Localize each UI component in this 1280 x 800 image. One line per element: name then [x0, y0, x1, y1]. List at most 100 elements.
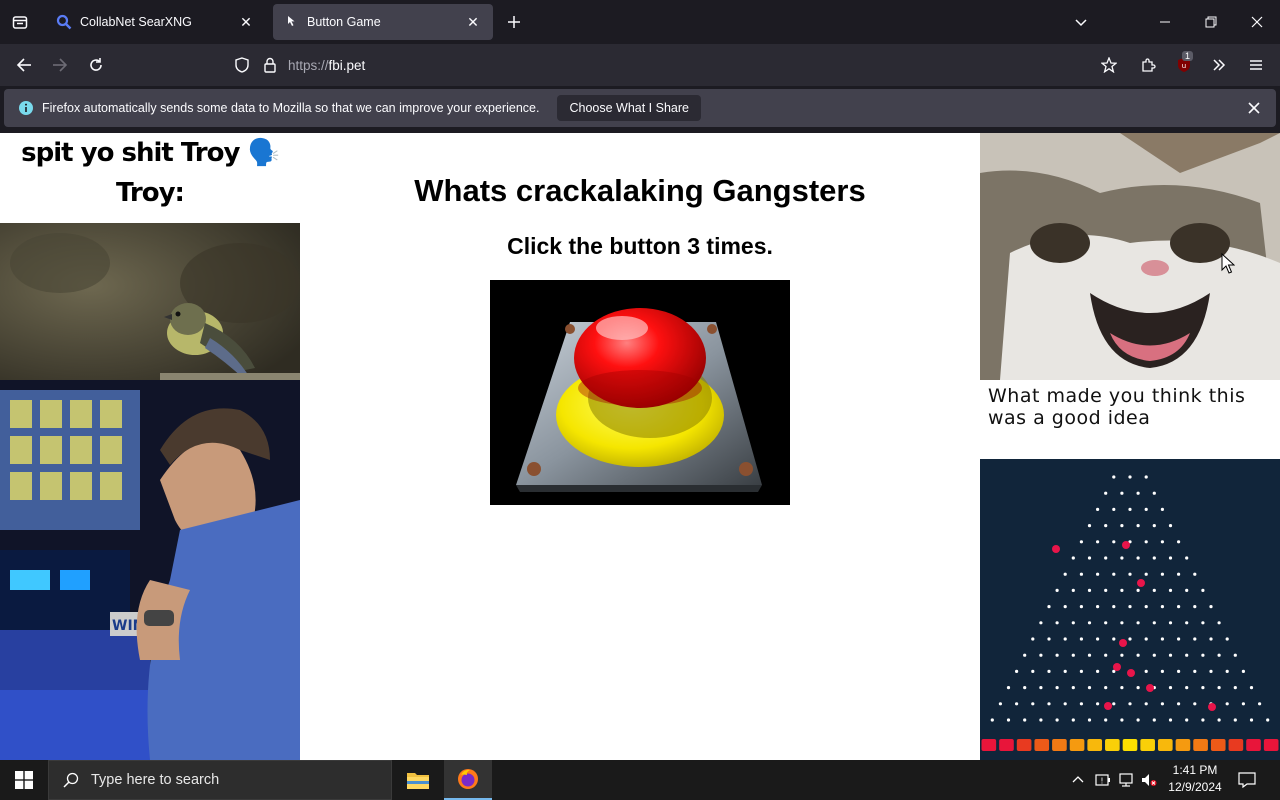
taskbar-clock[interactable]: 1:41 PM 12/9/2024: [1160, 762, 1230, 796]
tab-button-game[interactable]: Button Game ✕: [273, 4, 493, 40]
plinko-peg: [1087, 653, 1092, 657]
cat-meme: What made you think this was a good idea: [980, 133, 1280, 433]
firefox-taskbar-button[interactable]: [444, 760, 492, 800]
plinko-ball: [1208, 703, 1216, 711]
plinko-peg: [1096, 637, 1100, 641]
plinko-peg: [1249, 686, 1254, 690]
plinko-peg: [1120, 686, 1124, 690]
plinko-peg: [1128, 572, 1132, 576]
close-notification-button[interactable]: [1244, 98, 1264, 118]
plinko-peg: [1096, 572, 1100, 576]
choose-what-i-share-button[interactable]: Choose What I Share: [557, 95, 701, 121]
plinko-peg: [1079, 637, 1083, 641]
file-explorer-taskbar-button[interactable]: [394, 760, 442, 800]
plinko-multiplier-bin: [1210, 739, 1226, 751]
volume-tray-button[interactable]: [1138, 760, 1160, 800]
meet-now-tray-button[interactable]: !: [1092, 760, 1114, 800]
plinko-peg: [1079, 540, 1083, 544]
plinko-ball: [1113, 663, 1121, 671]
red-button-image: [490, 280, 790, 505]
plinko-peg: [1177, 572, 1181, 576]
plinko-peg: [1071, 621, 1075, 625]
plinko-peg: [1120, 491, 1124, 495]
plinko-peg: [1063, 572, 1067, 576]
list-all-tabs-button[interactable]: [1058, 0, 1104, 44]
notifications-button[interactable]: [1232, 760, 1262, 800]
plinko-peg: [1144, 540, 1148, 544]
plinko-peg: [1258, 702, 1262, 706]
url-bar[interactable]: https://fbi.pet: [228, 49, 1092, 81]
search-favicon-icon: [56, 14, 72, 30]
url-host: fbi.pet: [328, 57, 366, 73]
plinko-peg: [1201, 588, 1205, 592]
chevron-up-icon: [1072, 776, 1084, 783]
back-button[interactable]: [8, 49, 40, 81]
plinko-peg: [1209, 669, 1213, 673]
plinko-peg: [1039, 621, 1043, 625]
plinko-peg: [1112, 572, 1116, 576]
start-button[interactable]: [0, 760, 48, 800]
plinko-peg: [1104, 491, 1108, 495]
plinko-peg: [1209, 637, 1213, 641]
plinko-peg: [1160, 605, 1164, 609]
close-icon: [1251, 16, 1263, 28]
forward-button[interactable]: [44, 49, 76, 81]
plinko-peg: [1047, 637, 1051, 641]
plinko-peg: [1225, 669, 1229, 673]
plinko-peg: [1160, 540, 1164, 544]
arrow-left-icon: [16, 58, 31, 72]
taskbar-search-box[interactable]: Type here to search: [48, 760, 392, 800]
minimize-button[interactable]: [1142, 0, 1188, 44]
close-tab-icon[interactable]: ✕: [463, 12, 483, 32]
new-tab-button[interactable]: [500, 8, 528, 36]
info-icon: [19, 101, 33, 115]
plinko-peg: [1104, 653, 1108, 657]
firefox-view-button[interactable]: [4, 6, 36, 38]
big-red-button[interactable]: [490, 280, 790, 505]
show-hidden-icons-button[interactable]: [1068, 760, 1088, 800]
bookmark-star-button[interactable]: [1093, 49, 1125, 81]
plinko-peg: [1201, 653, 1205, 657]
network-tray-button[interactable]: [1116, 760, 1138, 800]
tracking-protection-shield-icon[interactable]: [228, 49, 256, 81]
more-tools-button[interactable]: [1203, 49, 1235, 81]
double-chevron-right-icon: [1213, 59, 1226, 71]
close-tab-icon[interactable]: ✕: [236, 12, 256, 32]
battery-alert-icon: !: [1095, 774, 1110, 786]
close-window-button[interactable]: [1234, 0, 1280, 44]
plinko-peg: [1144, 702, 1148, 706]
url-scheme: https://: [288, 57, 329, 73]
plinko-peg: [1201, 686, 1205, 690]
plinko-multiplier-bin: [981, 739, 997, 751]
left-meme-column: spit yo shit Troy 🗣️ Troy: WIN: [0, 133, 300, 760]
plinko-multiplier-bin: [1034, 739, 1050, 751]
plinko-peg: [1104, 556, 1108, 560]
ublock-extension-button[interactable]: u 1: [1168, 49, 1200, 81]
app-menu-button[interactable]: [1240, 49, 1272, 81]
plinko-peg: [1266, 718, 1270, 722]
plinko-peg: [1217, 653, 1221, 657]
navigation-toolbar: https://fbi.pet u 1: [0, 44, 1280, 86]
plinko-peg: [1241, 702, 1245, 706]
plinko-peg: [1104, 621, 1108, 625]
reload-button[interactable]: [80, 49, 112, 81]
tab-collabnet-searxng[interactable]: CollabNet SearXNG ✕: [46, 4, 266, 40]
restore-button[interactable]: [1188, 0, 1234, 44]
plinko-peg: [1039, 653, 1043, 657]
plinko-peg: [1120, 524, 1124, 528]
plinko-ball: [1104, 702, 1112, 710]
extensions-button[interactable]: [1132, 49, 1164, 81]
plinko-multiplier-bin: [1087, 739, 1103, 751]
lock-icon[interactable]: [256, 49, 284, 81]
plinko-ball: [1119, 639, 1127, 647]
plinko-peg: [1168, 524, 1173, 528]
plinko-peg: [1031, 669, 1035, 673]
plinko-peg: [1136, 653, 1140, 657]
plinko-peg: [1063, 702, 1067, 706]
plinko-peg: [1047, 605, 1051, 609]
restore-icon: [1205, 16, 1217, 28]
plinko-peg: [1185, 621, 1189, 625]
url-text[interactable]: https://fbi.pet: [288, 58, 365, 73]
plinko-peg: [1096, 669, 1100, 673]
plinko-peg: [1112, 475, 1116, 479]
